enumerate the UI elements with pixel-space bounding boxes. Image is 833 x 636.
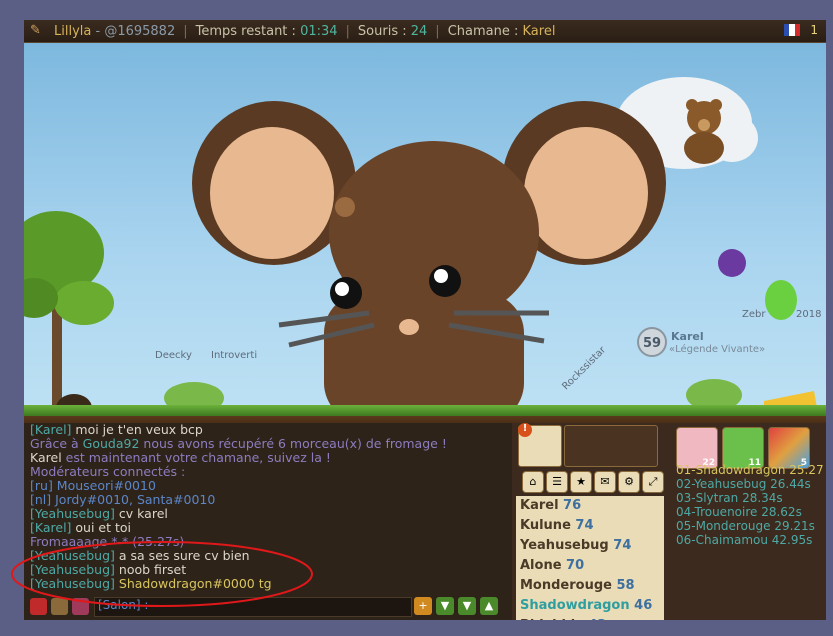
arrow-down-icon[interactable]: ▼ <box>436 597 454 615</box>
chat-line: Karel est maintenant votre chamane, suiv… <box>30 451 508 465</box>
add-icon[interactable]: + <box>414 597 432 615</box>
player-row[interactable]: Shadowdragon 46 <box>516 596 664 616</box>
shaman-label: Chamane : <box>447 23 519 39</box>
player-label-introverti: Introverti <box>211 350 258 361</box>
room-player-count: 1 <box>810 23 818 37</box>
chat-line: Grâce à Gouda92 nous avons récupéré 6 mo… <box>30 437 508 451</box>
player-name: Monderouge <box>520 578 612 593</box>
chat-text: cv karel <box>118 506 168 521</box>
mice-value: 24 <box>410 23 428 39</box>
leaderboard-row: 06-Chaimamou 42.95s <box>676 533 813 547</box>
arrow-up-icon[interactable]: ▲ <box>480 597 498 615</box>
chat-line: [nl] Jordy#0010, Santa#0010 <box>30 493 508 507</box>
player-score: 74 <box>608 538 632 553</box>
shaman-name: Karel <box>522 23 556 39</box>
leaderboard-row: 03-Slytran 28.34s <box>676 491 783 505</box>
shaman-level: 59 <box>643 336 661 351</box>
player-name: Yeahusebug <box>520 538 609 553</box>
player-score: 76 <box>558 498 582 513</box>
player-label-2018: 2018 <box>796 309 822 320</box>
shaman-tools[interactable] <box>564 425 658 467</box>
france-flag-icon[interactable] <box>784 24 800 36</box>
player-row[interactable]: Alone 70 <box>516 556 664 576</box>
shaman-label-title: «Légende Vivante» <box>669 344 766 355</box>
player-name: Alone <box>520 558 562 573</box>
leaderboard-row: 04-Trouenoire 28.62s <box>676 505 802 519</box>
player-score: 74 <box>570 518 594 533</box>
broom-icon: ✎ <box>30 23 41 38</box>
player-name: Shadowdragon <box>520 598 630 613</box>
player-name: Lillyla <box>54 23 92 39</box>
mice-label: Souris : <box>357 23 407 39</box>
chat-text: Modérateurs connectés : <box>30 464 186 479</box>
arrow-down-alt-icon[interactable]: ▼ <box>458 597 476 615</box>
player-name: Bidybidy <box>520 618 584 620</box>
player-label-zebr: Zebr <box>742 309 766 320</box>
chat-text: [ru] Mouseori#0010 <box>30 478 156 493</box>
gear-icon[interactable]: ⚙ <box>618 471 640 493</box>
player-score: 43 <box>584 618 606 620</box>
fullscreen-icon[interactable]: ⤢ <box>642 471 664 493</box>
giant-mouse <box>192 101 666 423</box>
player-row[interactable]: Karel 76 <box>516 496 664 516</box>
shaman-info: Chamane : Karel <box>440 24 564 39</box>
player-name: Karel <box>520 498 559 513</box>
house-icon[interactable]: ⌂ <box>522 471 544 493</box>
chat-text: [Karel] <box>30 520 76 535</box>
shop-icon[interactable]: ★ <box>570 471 592 493</box>
player-label-deecky: Deecky <box>155 350 192 361</box>
time-remaining: Temps restant : 01:34 <box>188 24 346 39</box>
leaderboard-row: 05-Monderouge 29.21s <box>676 519 815 533</box>
chat-text: nous avons récupéré 6 morceau(x) de from… <box>139 436 447 451</box>
chat-text: est maintenant votre chamane, suivez la … <box>61 450 331 465</box>
chat-line: [Karel] moi je t'en veux bcp <box>30 423 508 437</box>
chat-text: [nl] Jordy#0010, Santa#0010 <box>30 492 216 507</box>
player-info: Lillyla - @1695882 <box>54 23 176 39</box>
scene-art: 59 <box>24 77 819 423</box>
chat-text: Karel <box>30 450 62 465</box>
chat-text: Gouda92 <box>82 436 140 451</box>
chat-text: moi je t'en veux bcp <box>75 423 203 437</box>
annotation-circle <box>11 541 313 607</box>
player-score: 70 <box>561 558 585 573</box>
shaman-label-name: Karel <box>671 330 704 343</box>
player-row[interactable]: Kulune 74 <box>516 516 664 536</box>
chat-text: oui et toi <box>75 520 132 535</box>
status-bar: ✎ Lillyla - @1695882 | Temps restant : 0… <box>24 20 826 43</box>
ground <box>24 405 826 423</box>
player-list: Karel 76 Kulune 74 Yeahusebug 74 Alone 70 Mo… <box>516 496 664 620</box>
time-label: Temps restant : <box>195 23 296 39</box>
chat-icon[interactable]: ✉ <box>594 471 616 493</box>
game-window: ✎ Lillyla - @1695882 | Temps restant : 0… <box>11 20 826 620</box>
chat-line: [Karel] oui et toi <box>30 521 508 535</box>
leaderboard: 01-Shadowdragon 25.27 02-Yeahusebug 26.44… <box>676 463 826 547</box>
chat-line: [Yeahusebug] cv karel <box>30 507 508 521</box>
player-tag: @1695882 <box>104 23 176 39</box>
player-score: 46 <box>629 598 653 613</box>
chat-line: Modérateurs connectés : <box>30 465 508 479</box>
player-row[interactable]: Monderouge 58 <box>516 576 664 596</box>
chat-text: [Karel] <box>30 423 76 437</box>
leaderboard-row: 01-Shadowdragon 25.27 <box>676 463 824 477</box>
chat-text: [Yeahusebug] <box>30 506 119 521</box>
chat-text: Grâce à <box>30 436 83 451</box>
player-row[interactable]: Yeahusebug 74 <box>516 536 664 556</box>
player-row[interactable]: Bidybidy 43 <box>516 616 664 620</box>
alert-icon[interactable]: ! <box>518 423 532 437</box>
side-panel: ! ⌂ ☰ ★ ✉ ⚙ ⤢ 22 11 5 Karel 76 Kulune 74 Y… <box>512 423 826 620</box>
leaderboard-row: 02-Yeahusebug 26.44s <box>676 477 811 491</box>
tree <box>24 211 114 408</box>
game-scene[interactable]: 59 Deecky Introverti Rockssistar Zebr 20… <box>24 43 826 423</box>
time-value: 01:34 <box>300 23 338 39</box>
menu-icon[interactable]: ☰ <box>546 471 568 493</box>
chat-line: [ru] Mouseori#0010 <box>30 479 508 493</box>
balloon <box>765 280 797 320</box>
orb <box>718 249 746 277</box>
mice-count: Souris : 24 <box>350 24 435 39</box>
player-score: 58 <box>611 578 635 593</box>
player-name: Kulune <box>520 518 571 533</box>
